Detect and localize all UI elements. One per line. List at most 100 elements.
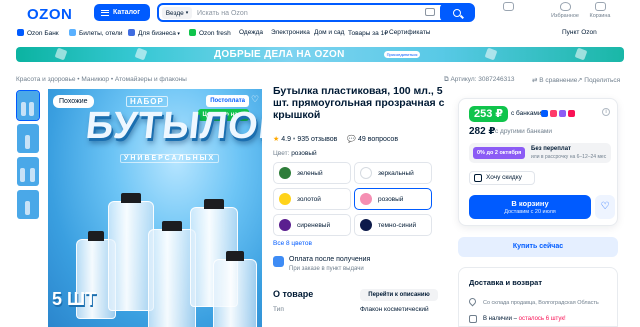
- color-option-mirror[interactable]: зеркальный: [354, 162, 432, 184]
- product-main-image[interactable]: Похожие НАБОР Постоплата Цена что надо ♡…: [48, 89, 262, 327]
- thumb-bottle: [30, 168, 35, 182]
- bottle-illustration: [213, 251, 257, 327]
- bank-label: с банками: [511, 110, 542, 117]
- bank-icon: [17, 29, 24, 36]
- stock-status: В наличии – осталось 6 штук!: [483, 316, 566, 322]
- menu-icon: [101, 9, 109, 16]
- installment-title: Без переплат: [531, 146, 571, 152]
- subnav-item-one-rub[interactable]: Товары за 1₽: [348, 29, 388, 37]
- heart-icon: [559, 2, 571, 11]
- pickup-point[interactable]: Пункт Ozon: [562, 29, 597, 36]
- info-icon[interactable]: i: [602, 108, 610, 116]
- installment-offer[interactable]: 0% до 2 октября Без переплат или в расср…: [469, 143, 611, 163]
- subnav-item-bank[interactable]: Ozon Банк: [17, 29, 59, 37]
- color-swatch: [360, 167, 372, 179]
- reviews-link[interactable]: 935 отзывов: [297, 136, 337, 143]
- star-icon: ★: [273, 136, 280, 143]
- delivery-source: Со склада продавца, Волгоградская Област…: [483, 300, 599, 306]
- subnav-item-travel[interactable]: Билеты, отели: [69, 29, 123, 37]
- color-option-label: темно-синий: [378, 221, 417, 229]
- color-swatch: [279, 193, 291, 205]
- buy-now-button[interactable]: Купить сейчас: [458, 237, 618, 257]
- subnav-item-home[interactable]: Дом и сад: [314, 29, 344, 36]
- subnav-item-business[interactable]: Для бизнеса ▾: [128, 29, 180, 37]
- property-value: Флакон косметический: [360, 306, 429, 313]
- search-scope-label: Везде: [165, 9, 184, 17]
- banner-decoration: [54, 47, 68, 61]
- share-link[interactable]: ↗ Поделиться: [577, 76, 620, 84]
- gallery-thumbnail[interactable]: [16, 90, 40, 121]
- promo-banner[interactable]: ДОБРЫЕ ДЕЛА НА OZON Присоединиться: [16, 47, 624, 62]
- color-option-gold[interactable]: золотой: [273, 188, 351, 210]
- subnav-item-fresh[interactable]: Ozon fresh: [189, 29, 231, 37]
- search-icon: [453, 8, 461, 17]
- bank-card-icon: [559, 110, 566, 117]
- breadcrumb[interactable]: Красота и здоровье • Маникюр • Атомайзер…: [16, 76, 187, 83]
- price-other-banks: 282 ₽: [469, 126, 496, 137]
- banner-join-button[interactable]: Присоединиться: [384, 51, 420, 58]
- installment-subtitle: или в рассрочку на 6–12–24 мес: [531, 154, 607, 160]
- header-cart-label: Корзина: [589, 13, 611, 19]
- catalog-button[interactable]: Каталог: [94, 4, 150, 21]
- color-swatch: [360, 193, 372, 205]
- header-favorites[interactable]: Избранное: [547, 2, 583, 19]
- ozon-logo[interactable]: OZON: [27, 6, 72, 23]
- low-stock-warning: осталось 6 штук!: [518, 316, 566, 322]
- color-swatch: [279, 167, 291, 179]
- selected-color: розовый: [291, 150, 317, 157]
- header-orders[interactable]: [490, 2, 526, 13]
- header-favorites-label: Избранное: [551, 13, 579, 19]
- subnav-item-electronics[interactable]: Электроника: [271, 29, 310, 36]
- favorite-button[interactable]: ♡: [595, 195, 615, 219]
- banner-decoration: [134, 47, 148, 61]
- thumb-bottle: [21, 102, 26, 116]
- sub-navigation: Ozon Банк Билеты, отели Для бизнеса ▾ Oz…: [0, 29, 640, 41]
- color-option-lilac[interactable]: сиреневый: [273, 214, 351, 236]
- header-cart[interactable]: Корзина: [582, 2, 618, 19]
- delivery-title: Доставка и возврат: [469, 278, 543, 287]
- postpay-icon: [273, 256, 284, 267]
- all-colors-link[interactable]: Все 8 цветов: [273, 240, 312, 247]
- want-discount-button[interactable]: Хочу скидку: [469, 171, 535, 185]
- camera-icon[interactable]: [425, 8, 435, 16]
- gallery-thumbnail[interactable]: [17, 190, 39, 219]
- banner-decoration: [574, 47, 588, 61]
- delivery-panel: Доставка и возврат Со склада продавца, В…: [458, 267, 618, 327]
- discount-icon: [474, 174, 482, 182]
- add-to-cart-button[interactable]: В корзину Доставим с 20 июля: [469, 195, 591, 219]
- location-pin-icon: [467, 296, 478, 307]
- image-caption-title: БУТЫЛОК: [83, 105, 262, 147]
- color-option-green[interactable]: зеленый: [273, 162, 351, 184]
- product-title: Бутылка пластиковая, 100 мл., 5 шт. прям…: [273, 85, 445, 121]
- color-option-pink[interactable]: розовый: [354, 188, 432, 210]
- color-option-label: зеркальный: [378, 169, 414, 177]
- property-name: Тип: [273, 306, 284, 313]
- rating-row[interactable]: ★ 4.9 • 935 отзывов 💬 49 вопросов: [273, 135, 398, 143]
- color-option-navy[interactable]: темно-синий: [354, 214, 432, 236]
- box-icon: [469, 315, 477, 323]
- go-to-description-button[interactable]: Перейти к описанию: [360, 289, 438, 301]
- subnav-item-clothes[interactable]: Одежда: [239, 29, 263, 36]
- favorite-heart-icon[interactable]: ♡: [251, 95, 260, 104]
- image-caption-count: 5 ШТ: [52, 289, 97, 309]
- color-swatch: [360, 219, 372, 231]
- gallery-thumbnail[interactable]: [17, 157, 39, 186]
- search-scope-select[interactable]: Везде ▾: [162, 7, 192, 19]
- catalog-label: Каталог: [113, 9, 141, 16]
- installment-tag: 0% до 2 октября: [473, 147, 526, 159]
- briefcase-icon: [128, 29, 135, 36]
- image-caption-subtitle: УНИВЕРСАЛЬНЫХ: [120, 154, 220, 163]
- bank-card-icon: [541, 110, 548, 117]
- bank-card-icon: [568, 110, 575, 117]
- compare-link[interactable]: ⇄ В сравнение: [532, 76, 577, 84]
- search-button[interactable]: [440, 4, 474, 21]
- color-option-label: розовый: [378, 195, 404, 203]
- search-input[interactable]: [197, 7, 427, 19]
- questions-link[interactable]: 49 вопросов: [358, 136, 398, 143]
- color-swatch: [279, 219, 291, 231]
- subnav-item-certificates[interactable]: Сертификаты: [389, 29, 430, 36]
- orders-icon: [502, 2, 514, 11]
- bank-card-icon: [550, 110, 557, 117]
- rating-value: 4.9: [281, 136, 291, 143]
- gallery-thumbnail[interactable]: [17, 124, 39, 153]
